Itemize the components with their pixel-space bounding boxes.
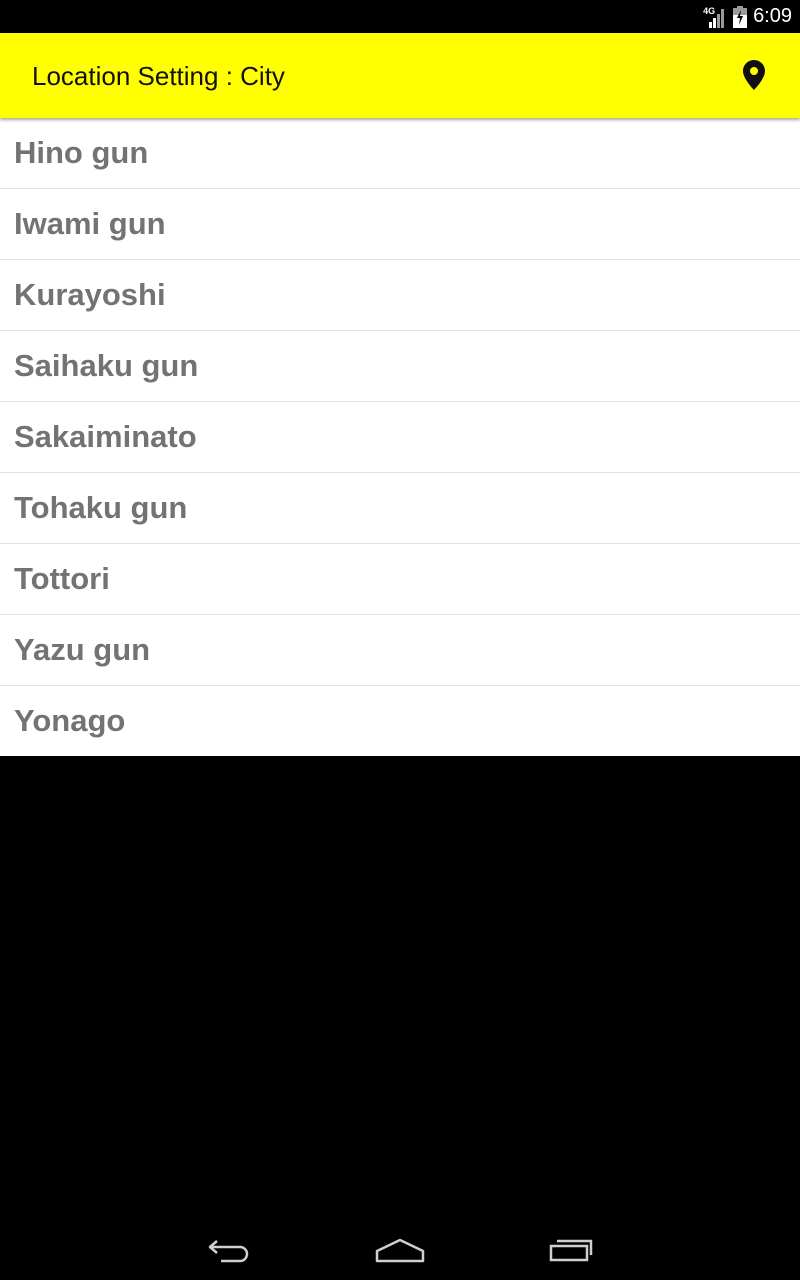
home-icon	[375, 1238, 425, 1263]
page-title: Location Setting : City	[32, 61, 285, 91]
list-item[interactable]: Tohaku gun	[0, 473, 800, 544]
list-item[interactable]: Saihaku gun	[0, 331, 800, 402]
signal-indicator: 4G	[703, 5, 727, 29]
list-item[interactable]: Kurayoshi	[0, 260, 800, 331]
recents-button[interactable]	[536, 1226, 606, 1274]
app-bar: Location Setting : City	[0, 33, 800, 118]
screen: 4G 6:09 Location Setting : City Hino gun…	[0, 0, 800, 1280]
status-icons: 4G 6:09	[703, 0, 792, 33]
list-item[interactable]: Yonago	[0, 686, 800, 756]
list-item[interactable]: Iwami gun	[0, 189, 800, 260]
recents-icon	[549, 1239, 593, 1262]
city-list: Hino gun Iwami gun Kurayoshi Saihaku gun…	[0, 118, 800, 756]
status-bar: 4G 6:09	[0, 0, 800, 33]
list-item[interactable]: Yazu gun	[0, 615, 800, 686]
battery-charging-icon	[733, 5, 748, 28]
location-pin-icon	[743, 60, 765, 90]
home-button[interactable]	[365, 1226, 435, 1274]
navigation-bar	[0, 1220, 800, 1280]
status-clock: 6:09	[753, 5, 792, 27]
list-item[interactable]: Sakaiminato	[0, 402, 800, 473]
network-type-label: 4G	[703, 5, 716, 16]
location-button[interactable]	[732, 53, 776, 97]
back-button[interactable]	[195, 1226, 265, 1274]
list-item[interactable]: Hino gun	[0, 118, 800, 189]
list-item[interactable]: Tottori	[0, 544, 800, 615]
back-icon	[208, 1240, 249, 1263]
